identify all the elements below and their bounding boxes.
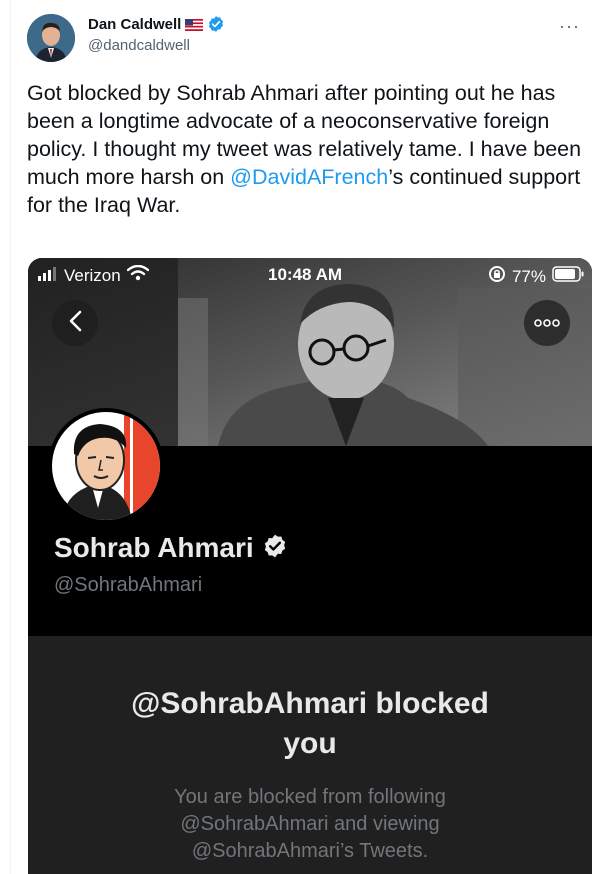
verified-badge-icon — [207, 15, 225, 33]
profile-name: Sohrab Ahmari — [54, 532, 254, 563]
profile-avatar[interactable] — [48, 408, 164, 524]
tweet-text: Got blocked by Sohrab Ahmari after point… — [27, 79, 587, 219]
wifi-icon — [126, 264, 149, 286]
blocked-title: @SohrabAhmari blocked you — [131, 687, 489, 760]
rotation-lock-icon — [488, 265, 506, 288]
verified-badge-icon — [262, 533, 288, 564]
blocked-notice-panel: @SohrabAhmari blocked you You are blocked… — [28, 636, 592, 874]
author-handle[interactable]: @dandcaldwell — [88, 37, 190, 54]
more-options-button[interactable] — [524, 300, 570, 346]
battery-percent: 77% — [511, 266, 546, 286]
chevron-left-icon — [68, 310, 82, 337]
signal-bars-icon — [38, 266, 58, 286]
battery-icon — [552, 266, 584, 287]
status-right: 77% — [488, 265, 584, 288]
author-name[interactable]: Dan Caldwell — [88, 16, 181, 33]
tweet-media-screenshot[interactable]: Verizon 10:48 AM 77% Sohrab Ahmari @Sohr… — [28, 258, 592, 874]
timeline-left-border — [10, 0, 11, 874]
more-dots-icon — [534, 314, 560, 332]
back-button[interactable] — [52, 300, 98, 346]
blocked-description: You are blocked from following @SohrabAhm… — [174, 786, 446, 862]
ellipsis-icon[interactable]: ··· — [559, 16, 580, 37]
author-name-row: Dan Caldwell — [88, 15, 225, 33]
profile-handle: @SohrabAhmari — [54, 574, 203, 596]
us-flag-icon — [185, 18, 204, 31]
author-avatar[interactable] — [27, 14, 75, 62]
mention-link[interactable]: @DavidAFrench — [230, 165, 388, 189]
status-time: 10:48 AM — [268, 265, 343, 284]
status-left: Verizon — [38, 264, 149, 286]
phone-status-bar: Verizon 10:48 AM 77% — [28, 258, 592, 292]
profile-name-row: Sohrab Ahmari — [54, 532, 288, 564]
carrier-name: Verizon — [64, 265, 121, 285]
